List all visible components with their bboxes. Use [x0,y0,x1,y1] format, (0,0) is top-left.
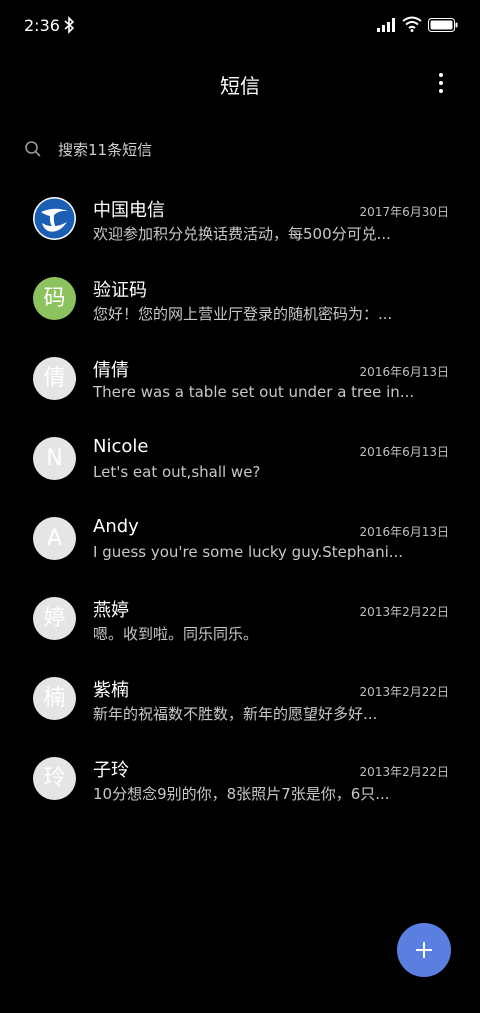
message-preview: 欢迎参加积分兑换话费活动，每500分可兑... [93,225,391,243]
message-preview: There was a table set out under a tree i… [93,383,415,401]
message-date: 2013年2月22日 [359,765,449,779]
contact-name: 中国电信 [93,200,165,221]
conversation-item[interactable]: A Andy 2016年6月13日 I guess you're some lu… [0,498,480,578]
avatar-china-telecom-logo [33,197,76,240]
conversation-item[interactable]: N Nicole 2016年6月13日 Let's eat out,shall … [0,418,480,498]
page-title: 短信 [220,74,260,98]
avatar: N [33,437,76,480]
message-date: 2013年2月22日 [359,685,449,699]
conversation-item[interactable]: 婷 燕婷 2013年2月22日 嗯。收到啦。同乐同乐。 [0,578,480,658]
conversation-item[interactable]: 楠 紫楠 2013年2月22日 新年的祝福数不胜数，新年的愿望好多好... [0,658,480,738]
signal-icon [377,18,395,32]
new-message-button[interactable] [397,923,451,977]
wifi-icon [402,16,422,32]
conversation-list: 中国电信 2017年6月30日 欢迎参加积分兑换话费活动，每500分可兑... … [0,178,480,818]
avatar: 玲 [33,757,76,800]
contact-name: 紫楠 [93,680,129,701]
message-date: 2017年6月30日 [359,205,449,219]
conversation-item[interactable]: 码 验证码 您好！您的网上营业厅登录的随机密码为：... [0,258,480,338]
contact-name: 验证码 [93,280,147,301]
conversation-item[interactable]: 玲 子玲 2013年2月22日 10分想念9别的你，8张照片7张是你，6只... [0,738,480,818]
search-input[interactable]: 搜索11条短信 [58,139,152,160]
message-date: 2016年6月13日 [359,525,449,539]
message-preview: 您好！您的网上营业厅登录的随机密码为：... [93,305,393,323]
status-bar: 2:36 [0,0,480,52]
contact-name: 倩倩 [93,360,129,381]
message-preview: Let's eat out,shall we? [93,463,261,481]
avatar: 婷 [33,597,76,640]
status-time: 2:36 [24,16,60,35]
avatar: 倩 [33,357,76,400]
avatar: A [33,517,76,560]
conversation-item[interactable]: 中国电信 2017年6月30日 欢迎参加积分兑换话费活动，每500分可兑... [0,178,480,258]
contact-name: Andy [93,516,139,537]
message-preview: 嗯。收到啦。同乐同乐。 [93,625,259,643]
avatar: 码 [33,277,76,320]
battery-icon [428,18,458,32]
app-header: 短信 [0,52,480,116]
more-vertical-icon-dot [439,81,443,85]
more-vertical-icon-dot [439,89,443,93]
message-preview: 10分想念9别的你，8张照片7张是你，6只... [93,785,390,803]
message-date: 2013年2月22日 [359,605,449,619]
message-preview: 新年的祝福数不胜数，新年的愿望好多好... [93,705,378,723]
bluetooth-icon [64,16,75,34]
messages-screen: 2:36 短信 搜索11条短信 中国电信 2017年6月30日 欢迎参加积分兑换… [0,0,480,1013]
search-bar[interactable]: 搜索11条短信 [0,130,480,170]
more-options-button[interactable] [426,68,456,98]
contact-name: Nicole [93,436,149,457]
more-vertical-icon-dot [439,73,443,77]
conversation-item[interactable]: 倩 倩倩 2016年6月13日 There was a table set ou… [0,338,480,418]
message-date: 2016年6月13日 [359,445,449,459]
search-icon [25,141,41,157]
contact-name: 燕婷 [93,600,129,621]
plus-icon [423,942,425,958]
avatar: 楠 [33,677,76,720]
contact-name: 子玲 [93,760,129,781]
message-date: 2016年6月13日 [359,365,449,379]
message-preview: I guess you're some lucky guy.Stephani..… [93,543,404,561]
